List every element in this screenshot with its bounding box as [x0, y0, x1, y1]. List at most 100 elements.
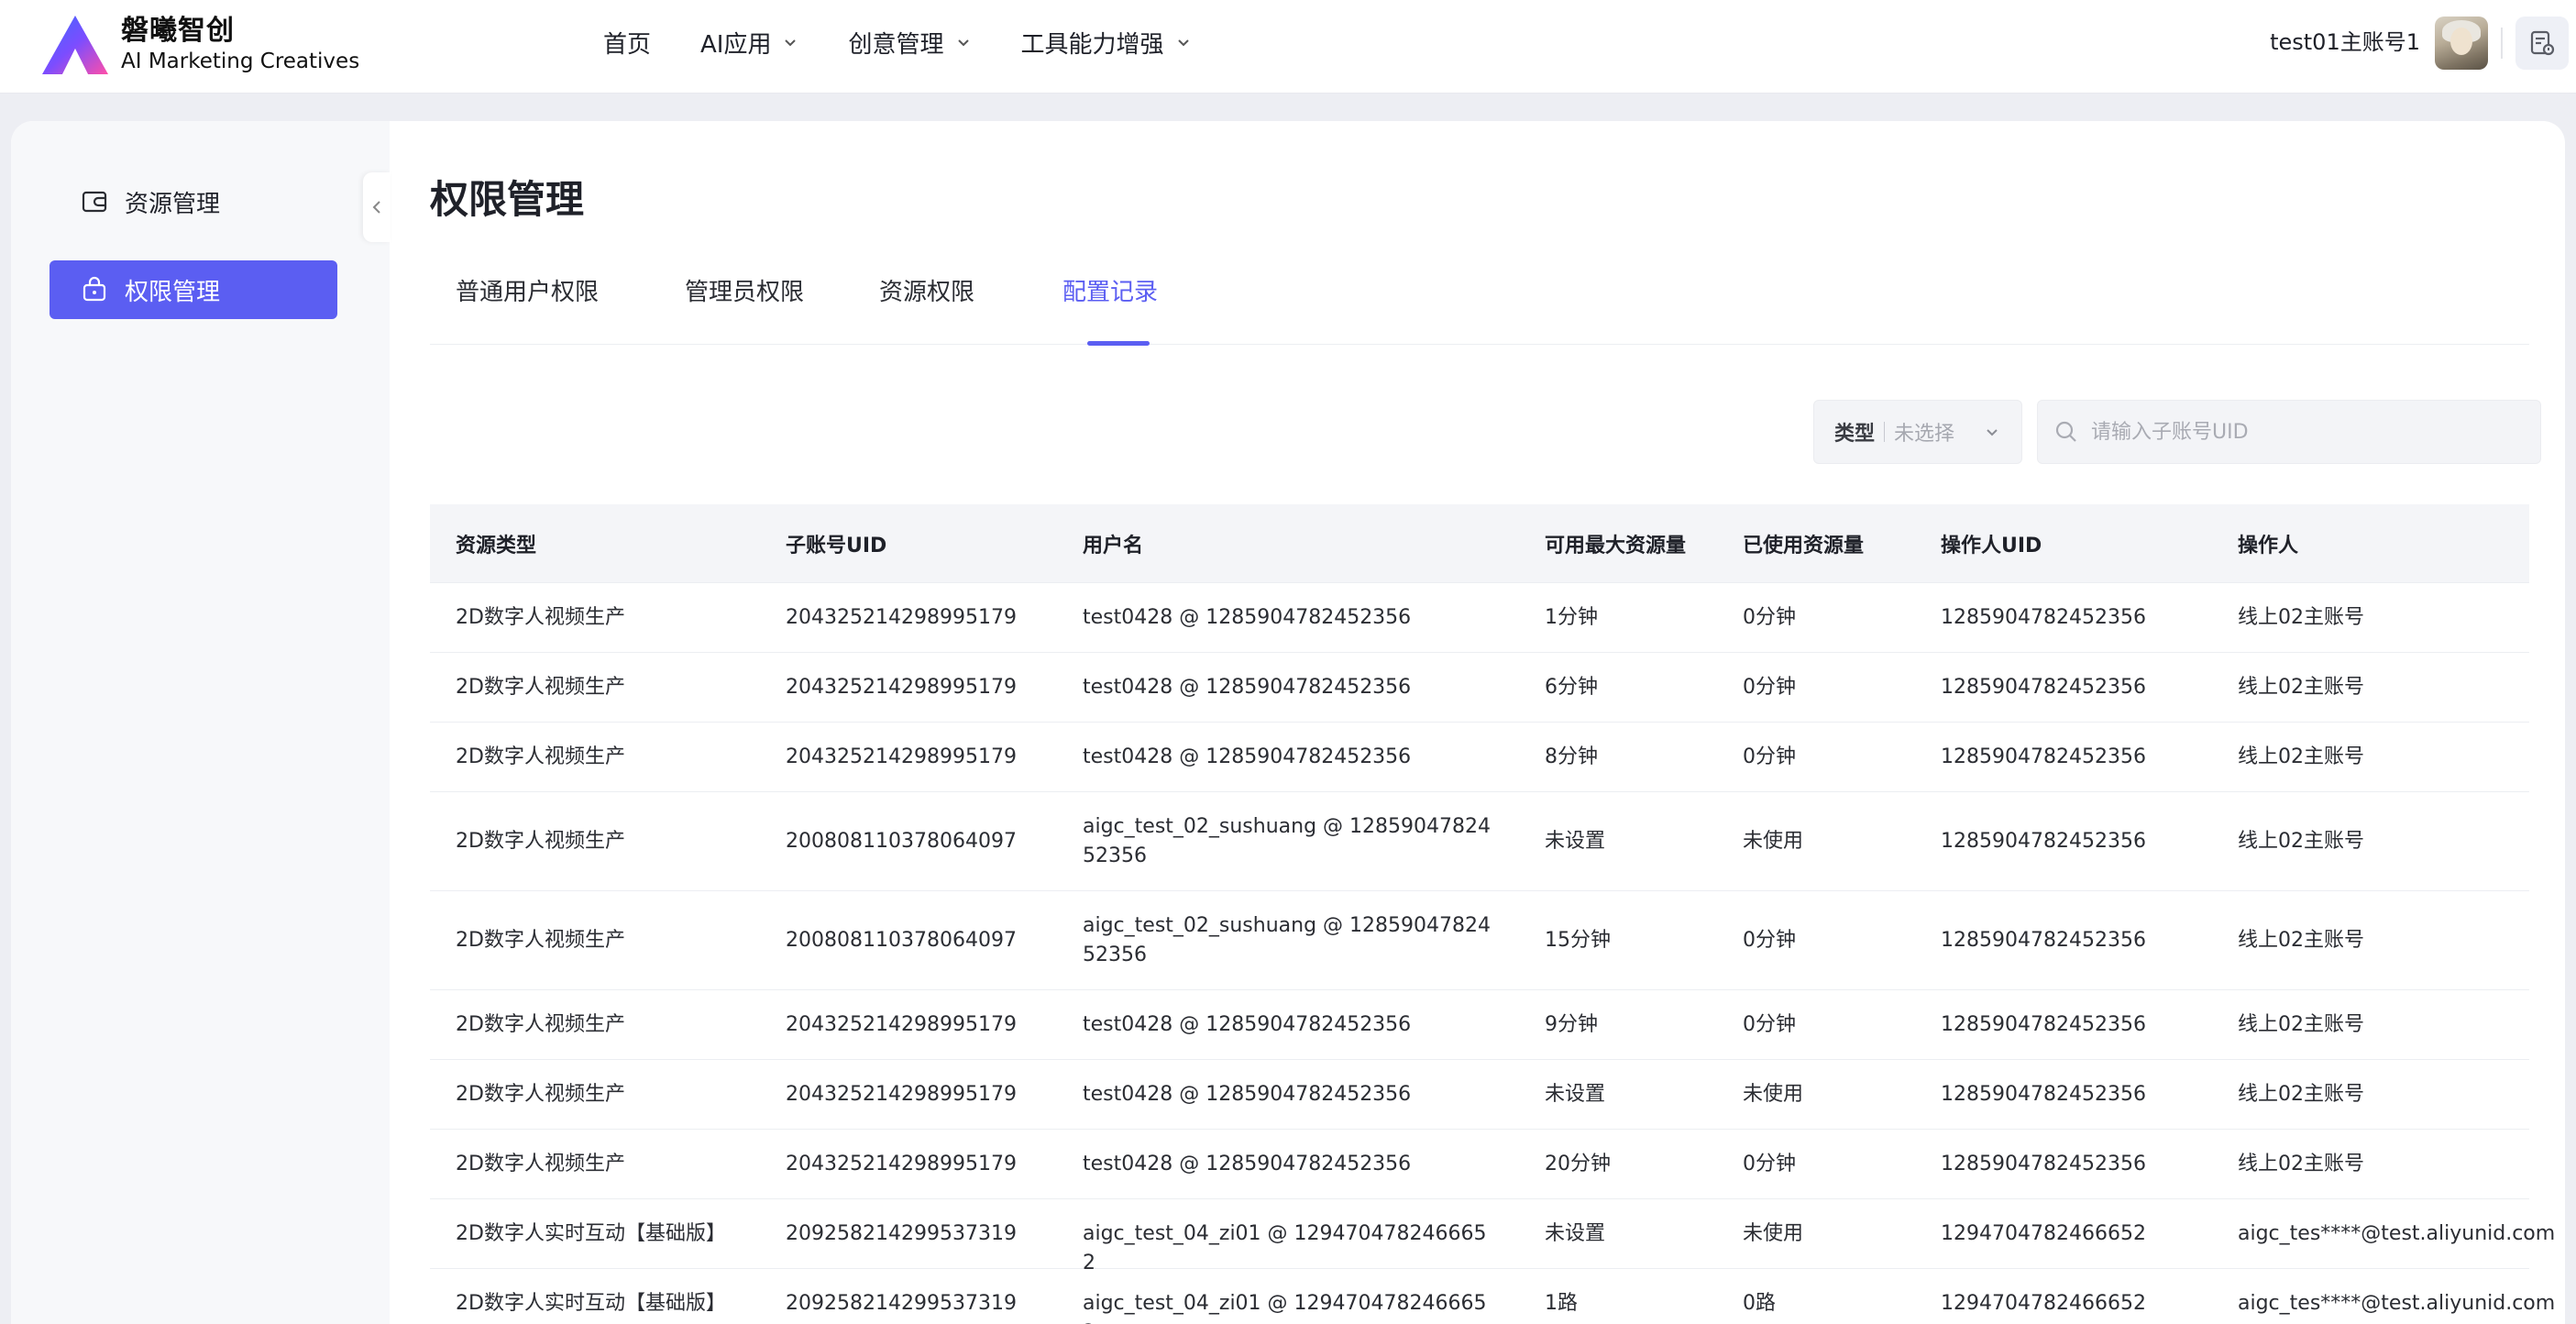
- table-cell: 9分钟: [1545, 1013, 1598, 1036]
- message-button[interactable]: [2515, 17, 2569, 70]
- content-card: 资源管理 权限管理 权限管理 普通用户权限 管理员权限 资源权限 配置记录 类型…: [11, 121, 2565, 1324]
- type-filter-placeholder: 未选择: [1894, 423, 1955, 446]
- table-cell: 未使用: [1743, 830, 1804, 853]
- table-cell: 1285904782452356: [1941, 606, 2146, 629]
- brand-logo-link[interactable]: 磐曦智创 AI Marketing Creatives: [40, 13, 359, 77]
- sidebar: 资源管理 权限管理: [11, 121, 390, 1324]
- nav-tool-enhancement-label: 工具能力增强: [1020, 30, 1164, 59]
- table-cell: 0分钟: [1743, 606, 1796, 629]
- sidebar-collapse-button[interactable]: [363, 172, 391, 242]
- table-cell: aigc_test_02_sushuang @ 1285904782452356: [1083, 914, 1491, 966]
- table-cell: 2D数字人视频生产: [456, 929, 625, 952]
- nav-home[interactable]: 首页: [603, 26, 651, 60]
- table-row: 2D数字人视频生产 204325214298995179 test0428 @ 12…: [430, 653, 2529, 723]
- table-cell: 0分钟: [1743, 929, 1796, 952]
- table-cell: 1285904782452356: [1941, 676, 2146, 699]
- main-content: 权限管理 普通用户权限 管理员权限 资源权限 配置记录 类型 未选择 资源类型 …: [390, 121, 2565, 1324]
- nav-ai-apps-label: AI应用: [700, 30, 772, 59]
- active-tab-indicator: [1087, 341, 1150, 346]
- search-icon: [2055, 421, 2076, 442]
- table-cell: 0分钟: [1743, 1153, 1796, 1175]
- table-cell: 2D数字人视频生产: [456, 1013, 625, 1036]
- table-cell: 1分钟: [1545, 606, 1598, 629]
- sidebar-item-label: 权限管理: [125, 278, 221, 306]
- table-cell: 线上02主账号: [2238, 606, 2364, 629]
- table-cell: 15分钟: [1545, 929, 1611, 952]
- tab-admin-permission[interactable]: 管理员权限: [685, 277, 804, 308]
- type-filter-label: 类型: [1834, 423, 1876, 446]
- table-cell: 1285904782452356: [1941, 745, 2146, 768]
- table-row: 2D数字人实时互动【基础版】 209258214299537319 aigc_tes…: [430, 1199, 2555, 1274]
- table-cell: 204325214298995179: [786, 606, 1017, 629]
- account-name[interactable]: test01主账号1: [2270, 26, 2420, 59]
- table-cell: 2D数字人视频生产: [456, 745, 625, 768]
- table-cell: 线上02主账号: [2238, 745, 2364, 768]
- chevron-left-icon: [372, 201, 380, 214]
- config-records-table: 资源类型 子账号UID 用户名 可用最大资源量 已使用资源量 操作人UID 操作…: [430, 504, 2555, 1324]
- table-cell: 2D数字人视频生产: [456, 1083, 625, 1106]
- chevron-down-icon: [1987, 429, 1998, 436]
- table-cell: aigc_tes****@test.aliyunid.com: [2238, 1292, 2556, 1315]
- brand-name-en: AI Marketing Creatives: [121, 50, 360, 73]
- table-cell: 1285904782452356: [1941, 929, 2146, 952]
- chevron-down-icon: [957, 39, 969, 47]
- table-cell: test0428 @ 1285904782452356: [1083, 1153, 1412, 1175]
- tab-normal-user-permission[interactable]: 普通用户权限: [456, 277, 599, 308]
- table-cell: 1路: [1545, 1292, 1578, 1315]
- avatar-face: [2450, 28, 2472, 55]
- top-header: 磐曦智创 AI Marketing Creatives 首页 AI应用 创意管理…: [0, 0, 2576, 94]
- table-cell: 线上02主账号: [2238, 1013, 2364, 1036]
- table-cell: 200808110378064097: [786, 929, 1017, 952]
- column-header: 已使用资源量: [1743, 534, 1865, 557]
- table-cell: 1285904782452356: [1941, 830, 2146, 853]
- page-title: 权限管理: [430, 177, 585, 222]
- table-cell: 204325214298995179: [786, 745, 1017, 768]
- table-cell: 20分钟: [1545, 1153, 1611, 1175]
- table-cell: test0428 @ 1285904782452356: [1083, 1083, 1412, 1106]
- table-cell: 线上02主账号: [2238, 1153, 2364, 1175]
- lock-bag-icon: [83, 276, 106, 302]
- nav-tool-enhancement[interactable]: 工具能力增强: [1021, 26, 1192, 60]
- table-cell: 线上02主账号: [2238, 1083, 2364, 1106]
- table-row: 2D数字人视频生产 204325214298995179 test0428 @ 12…: [430, 990, 2529, 1060]
- table-cell: test0428 @ 1285904782452356: [1083, 676, 1412, 699]
- sidebar-item-permission-management[interactable]: 权限管理: [50, 260, 337, 319]
- sidebar-item-label: 资源管理: [125, 190, 221, 218]
- table-cell: 2D数字人视频生产: [456, 676, 625, 699]
- table-cell: 6分钟: [1545, 676, 1598, 699]
- column-header: 资源类型: [456, 534, 537, 557]
- nav-creative-management[interactable]: 创意管理: [848, 26, 971, 60]
- message-icon: [2530, 30, 2555, 56]
- table-cell: 未设置: [1545, 1222, 1606, 1245]
- table-body: 2D数字人视频生产 204325214298995179 test0428 @ 12…: [430, 583, 2555, 1324]
- search-box: [2037, 400, 2541, 464]
- column-header: 操作人: [2238, 534, 2299, 557]
- table-cell: 1294704782466652: [1941, 1292, 2146, 1315]
- table-cell: 8分钟: [1545, 745, 1598, 768]
- sidebar-item-resource-management[interactable]: 资源管理: [50, 172, 337, 231]
- table-cell: aigc_tes****@test.aliyunid.com: [2238, 1222, 2556, 1245]
- avatar[interactable]: [2435, 17, 2488, 70]
- tab-resource-permission[interactable]: 资源权限: [879, 277, 974, 308]
- nav-ai-apps[interactable]: AI应用: [700, 26, 798, 60]
- table-cell: 1285904782452356: [1941, 1153, 2146, 1175]
- table-cell: 0分钟: [1743, 676, 1796, 699]
- column-header: 用户名: [1083, 534, 1144, 557]
- nav-creative-management-label: 创意管理: [848, 30, 944, 59]
- table-cell: aigc_test_02_sushuang @ 1285904782452356: [1083, 815, 1491, 867]
- header-divider: [2501, 28, 2503, 59]
- table-row: 2D数字人视频生产 204325214298995179 test0428 @ 12…: [430, 1130, 2529, 1199]
- table-cell: 未设置: [1545, 830, 1606, 853]
- type-filter-select[interactable]: 类型 未选择: [1813, 400, 2022, 464]
- tab-config-records[interactable]: 配置记录: [1062, 277, 1158, 308]
- table-cell: 未使用: [1743, 1083, 1804, 1106]
- table-cell: 线上02主账号: [2238, 676, 2364, 699]
- main-nav: 首页 AI应用 创意管理 工具能力增强: [603, 0, 1241, 84]
- table-cell: 209258214299537319: [786, 1292, 1017, 1315]
- table-cell: 2D数字人视频生产: [456, 830, 625, 853]
- search-input[interactable]: [2091, 420, 2513, 444]
- table-cell: 0路: [1743, 1292, 1776, 1315]
- chevron-down-icon: [785, 39, 797, 47]
- table-cell: 1285904782452356: [1941, 1083, 2146, 1106]
- table-row: 2D数字人视频生产 200808110378064097 aigc_test_02_…: [430, 891, 2529, 990]
